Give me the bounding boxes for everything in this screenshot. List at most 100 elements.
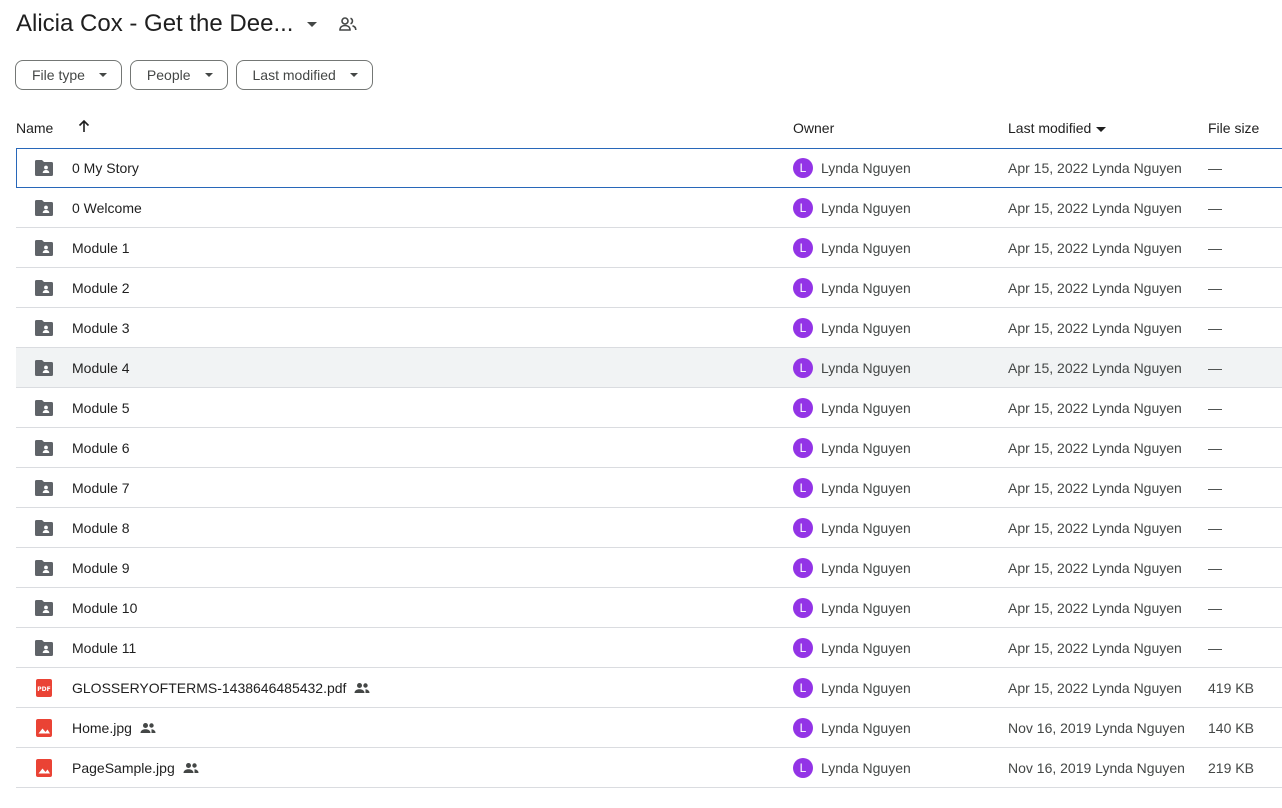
file-row[interactable]: Module 1 L Lynda Nguyen Apr 15, 2022 Lynda … — [16, 228, 1282, 268]
avatar: L — [793, 638, 813, 658]
file-name[interactable]: 0 Welcome — [72, 200, 142, 216]
avatar: L — [793, 438, 813, 458]
file-name[interactable]: Module 10 — [72, 600, 137, 616]
file-row[interactable]: Module 8 L Lynda Nguyen Apr 15, 2022 Lynda … — [16, 508, 1282, 548]
file-size-value: 419 KB — [1208, 680, 1254, 696]
last-modified-value: Apr 15, 2022 Lynda Nguyen — [1008, 280, 1182, 296]
owner-name: Lynda Nguyen — [821, 640, 911, 656]
file-name-cell: Module 6 — [72, 440, 130, 456]
column-label: Last modified — [1008, 120, 1092, 136]
file-type-filter[interactable]: File type — [15, 60, 122, 90]
file-row[interactable]: Module 3 L Lynda Nguyen Apr 15, 2022 Lynda … — [16, 308, 1282, 348]
file-name-cell: Home.jpg — [72, 720, 156, 736]
owner-name: Lynda Nguyen — [821, 600, 911, 616]
file-row[interactable]: Module 9 L Lynda Nguyen Apr 15, 2022 Lynda … — [16, 548, 1282, 588]
avatar: L — [793, 198, 813, 218]
file-name[interactable]: Home.jpg — [72, 720, 132, 736]
column-name-header[interactable]: Name — [16, 120, 53, 136]
file-row[interactable]: 0 My Story L Lynda Nguyen Apr 15, 2022 Lynd… — [16, 148, 1282, 188]
file-size-value: — — [1208, 240, 1222, 256]
shared-folder-icon — [34, 199, 54, 217]
file-row[interactable]: Module 6 L Lynda Nguyen Apr 15, 2022 Lynda … — [16, 428, 1282, 468]
file-name[interactable]: Module 6 — [72, 440, 130, 456]
chip-label: Last modified — [252, 67, 336, 83]
file-name-cell: Module 10 — [72, 600, 137, 616]
file-row[interactable]: Module 11 L Lynda Nguyen Apr 15, 2022 Lynda… — [16, 628, 1282, 668]
file-name[interactable]: Module 7 — [72, 480, 130, 496]
last-modified-value: Apr 15, 2022 Lynda Nguyen — [1008, 240, 1182, 256]
file-name-cell: Module 4 — [72, 360, 130, 376]
shared-people-icon — [140, 722, 156, 734]
column-last-modified-header[interactable]: Last modified — [1008, 120, 1107, 136]
file-row[interactable]: PageSample.jpg L Lynda Nguyen Nov 16, 2019 … — [16, 748, 1282, 788]
file-name[interactable]: 0 My Story — [72, 160, 139, 176]
avatar: L — [793, 238, 813, 258]
avatar: L — [793, 478, 813, 498]
file-row[interactable]: 0 Welcome L Lynda Nguyen Apr 15, 2022 Lynda… — [16, 188, 1282, 228]
file-row[interactable]: Module 5 L Lynda Nguyen Apr 15, 2022 Lynda … — [16, 388, 1282, 428]
chevron-down-icon — [204, 73, 213, 77]
shared-folder-icon — [34, 279, 54, 297]
image-file-icon — [34, 759, 54, 777]
chip-label: People — [146, 67, 191, 83]
sort-ascending-arrow-icon[interactable] — [76, 118, 92, 137]
file-row[interactable]: Module 4 L Lynda Nguyen Apr 15, 2022 Lynda … — [16, 348, 1282, 388]
file-size-value: — — [1208, 280, 1222, 296]
last-modified-filter[interactable]: Last modified — [235, 60, 373, 90]
folder-title[interactable]: Alicia Cox - Get the Dee... — [16, 10, 293, 38]
owner-name: Lynda Nguyen — [821, 520, 911, 536]
file-row[interactable]: Module 7 L Lynda Nguyen Apr 15, 2022 Lynda … — [16, 468, 1282, 508]
last-modified-value: Apr 15, 2022 Lynda Nguyen — [1008, 640, 1182, 656]
file-size-value: 219 KB — [1208, 760, 1254, 776]
avatar: L — [793, 398, 813, 418]
file-name[interactable]: Module 1 — [72, 240, 130, 256]
chip-label: File type — [32, 67, 85, 83]
file-name[interactable]: Module 4 — [72, 360, 130, 376]
avatar: L — [793, 718, 813, 738]
file-size-value: — — [1208, 600, 1222, 616]
file-name-cell: Module 9 — [72, 560, 130, 576]
shared-folder-icon — [34, 639, 54, 657]
file-name-cell: Module 3 — [72, 320, 130, 336]
file-row[interactable]: Home.jpg L Lynda Nguyen Nov 16, 2019 Lynda … — [16, 708, 1282, 748]
file-name[interactable]: Module 5 — [72, 400, 130, 416]
file-size-value: — — [1208, 400, 1222, 416]
people-filter[interactable]: People — [129, 60, 228, 90]
file-name[interactable]: Module 2 — [72, 280, 130, 296]
folder-header: Alicia Cox - Get the Dee... — [16, 8, 358, 40]
last-modified-value: Apr 15, 2022 Lynda Nguyen — [1008, 320, 1182, 336]
shared-folder-icon — [34, 439, 54, 457]
file-name-cell: Module 7 — [72, 480, 130, 496]
last-modified-value: Nov 16, 2019 Lynda Nguyen — [1008, 720, 1185, 736]
file-name[interactable]: GLOSSERYOFTERMS-1438646485432.pdf — [72, 680, 346, 696]
file-size-value: — — [1208, 640, 1222, 656]
shared-people-icon[interactable] — [339, 17, 358, 31]
shared-folder-icon — [34, 559, 54, 577]
dropdown-caret-icon[interactable] — [307, 21, 318, 27]
shared-folder-icon — [34, 159, 54, 177]
file-name[interactable]: Module 3 — [72, 320, 130, 336]
file-row[interactable]: PDF GLOSSERYOFTERMS-1438646485432.pdf L Lyn… — [16, 668, 1282, 708]
column-file-size-header[interactable]: File size — [1208, 120, 1259, 136]
file-name-cell: Module 11 — [72, 640, 136, 656]
owner-name: Lynda Nguyen — [821, 720, 911, 736]
owner-name: Lynda Nguyen — [821, 200, 911, 216]
file-size-value: — — [1208, 320, 1222, 336]
file-name[interactable]: Module 11 — [72, 640, 136, 656]
table-header: Name Owner Last modified File size — [0, 108, 1282, 148]
last-modified-value: Apr 15, 2022 Lynda Nguyen — [1008, 400, 1182, 416]
chevron-down-icon — [98, 73, 107, 77]
file-row[interactable]: Module 10 L Lynda Nguyen Apr 15, 2022 Lynda… — [16, 588, 1282, 628]
file-row[interactable]: Module 2 L Lynda Nguyen Apr 15, 2022 Lynda … — [16, 268, 1282, 308]
owner-name: Lynda Nguyen — [821, 440, 911, 456]
column-owner-header[interactable]: Owner — [793, 120, 834, 136]
file-name-cell: Module 5 — [72, 400, 130, 416]
file-name[interactable]: Module 9 — [72, 560, 130, 576]
owner-name: Lynda Nguyen — [821, 320, 911, 336]
file-name[interactable]: Module 8 — [72, 520, 130, 536]
avatar: L — [793, 358, 813, 378]
file-name[interactable]: PageSample.jpg — [72, 760, 175, 776]
file-name-cell: 0 My Story — [72, 160, 139, 176]
last-modified-value: Apr 15, 2022 Lynda Nguyen — [1008, 600, 1182, 616]
last-modified-value: Apr 15, 2022 Lynda Nguyen — [1008, 360, 1182, 376]
